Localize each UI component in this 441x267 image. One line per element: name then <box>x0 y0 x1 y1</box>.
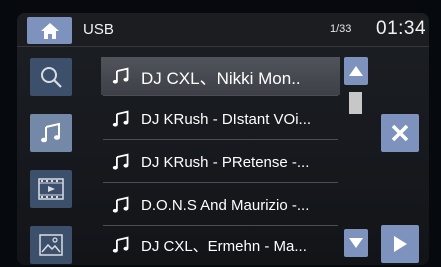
track-title: DJ CXL、Ermehn - Ma... <box>141 237 307 255</box>
scroll-down-button[interactable] <box>344 229 368 257</box>
triangle-down-icon <box>349 238 363 248</box>
track-title: DJ KRush - PRetense -... <box>141 153 310 171</box>
music-note-icon <box>101 67 141 85</box>
list-item[interactable]: DJ CXL、Nikki Mon.. <box>101 57 340 95</box>
play-button[interactable] <box>381 225 419 263</box>
home-icon <box>40 22 59 39</box>
music-note-icon <box>101 236 141 254</box>
clock: 01:34 <box>376 18 427 39</box>
track-index: 1/33 <box>330 23 352 35</box>
track-title: D.O.N.S And Maurizio -... <box>141 196 310 214</box>
music-note-icon <box>101 153 141 171</box>
sidebar-item-video[interactable] <box>30 170 72 208</box>
list-item[interactable]: DJ KRush - DIstant VOi... <box>101 100 340 138</box>
list-item[interactable]: DJ CXL、Ermehn - Ma... <box>101 226 340 264</box>
music-note-icon <box>41 122 60 143</box>
image-icon <box>39 234 63 256</box>
music-note-icon <box>101 196 141 214</box>
divider <box>103 139 338 140</box>
sidebar-item-photo[interactable] <box>30 226 72 264</box>
film-icon <box>38 178 64 200</box>
home-button[interactable] <box>27 17 72 44</box>
source-label: USB <box>83 21 114 38</box>
play-icon <box>394 236 407 252</box>
divider <box>103 182 338 183</box>
close-button[interactable] <box>381 114 419 152</box>
track-title: DJ CXL、Nikki Mon.. <box>141 68 301 88</box>
list-item[interactable]: D.O.N.S And Maurizio -... <box>101 186 340 224</box>
triangle-up-icon <box>349 66 363 76</box>
sidebar-item-music[interactable] <box>30 114 72 152</box>
search-icon <box>41 67 62 88</box>
list-item[interactable]: DJ KRush - PRetense -... <box>101 143 340 181</box>
playlist: DJ CXL、Nikki Mon.. DJ KRush - DIstant VO… <box>101 57 340 264</box>
music-note-icon <box>101 110 141 128</box>
scroll-up-button[interactable] <box>344 57 368 85</box>
divider <box>103 95 338 96</box>
track-title: DJ KRush - DIstant VOi... <box>141 110 312 128</box>
sidebar-item-search[interactable] <box>30 58 72 96</box>
scrollbar-thumb[interactable] <box>349 92 362 114</box>
top-bar <box>17 13 429 47</box>
close-icon <box>391 124 409 142</box>
